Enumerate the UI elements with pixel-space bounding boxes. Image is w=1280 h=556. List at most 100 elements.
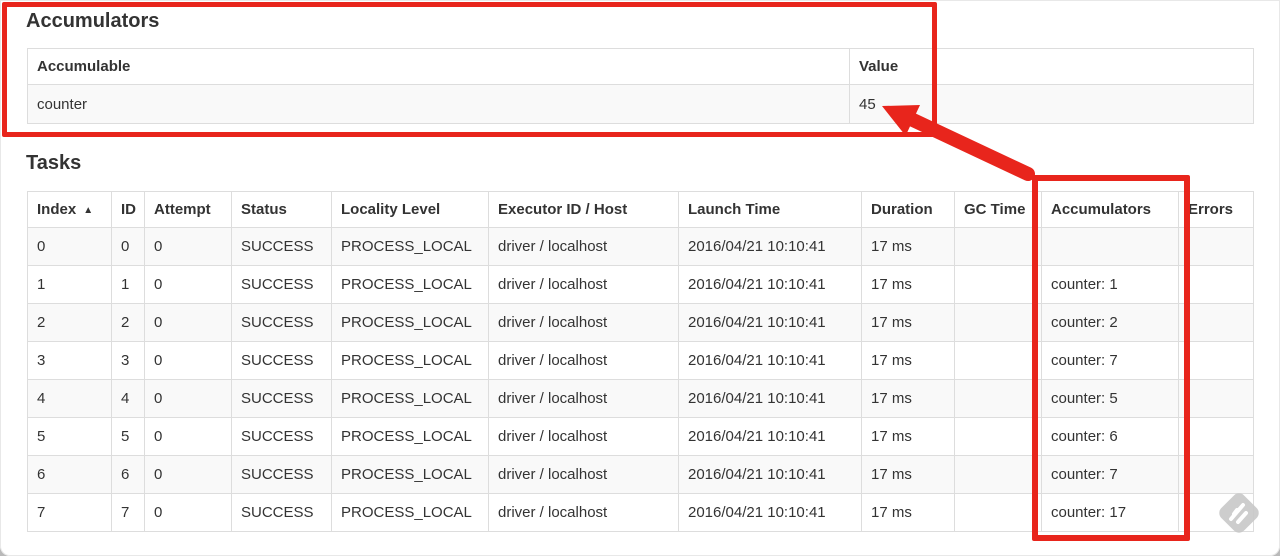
cell-errors (1178, 303, 1254, 342)
cell-index: 2 (27, 303, 112, 342)
cell-id: 6 (111, 455, 145, 494)
cell-attempt: 0 (144, 493, 232, 532)
cell-duration: 17 ms (861, 341, 955, 380)
cell-executor-id-host: driver / localhost (488, 493, 679, 532)
cell-status: SUCCESS (231, 379, 332, 418)
cell-status: SUCCESS (231, 303, 332, 342)
cell-attempt: 0 (144, 265, 232, 304)
cell-attempt: 0 (144, 455, 232, 494)
column-header-label: ID (121, 201, 136, 218)
cell-duration: 17 ms (861, 265, 955, 304)
column-header-label: GC Time (964, 201, 1026, 218)
column-header-value[interactable]: Value (849, 48, 1254, 85)
cell-accumulators: counter: 7 (1041, 341, 1179, 380)
column-header-status[interactable]: Status (231, 191, 332, 228)
cell-attempt: 0 (144, 341, 232, 380)
table-row: 3 3 0 SUCCESS PROCESS_LOCAL driver / localhos… (27, 341, 1254, 380)
cell-errors (1178, 265, 1254, 304)
column-header-label: Accumulable (37, 58, 131, 75)
column-header-accumulators[interactable]: Accumulators (1041, 191, 1179, 228)
column-header-label: Launch Time (688, 201, 781, 218)
cell-launch-time: 2016/04/21 10:10:41 (678, 303, 862, 342)
cell-gc-time (954, 493, 1042, 532)
cell-executor-id-host: driver / localhost (488, 227, 679, 266)
cell-index: 1 (27, 265, 112, 304)
column-header-label: Accumulators (1051, 201, 1152, 218)
column-header-label: Duration (871, 201, 933, 218)
cell-duration: 17 ms (861, 227, 955, 266)
column-header-gc-time[interactable]: GC Time (954, 191, 1042, 228)
cell-index: 6 (27, 455, 112, 494)
cell-index: 0 (27, 227, 112, 266)
cell-accumulators: counter: 5 (1041, 379, 1179, 418)
cell-executor-id-host: driver / localhost (488, 379, 679, 418)
cell-gc-time (954, 417, 1042, 456)
cell-errors (1178, 417, 1254, 456)
cell-gc-time (954, 455, 1042, 494)
table-row: 2 2 0 SUCCESS PROCESS_LOCAL driver / localhos… (27, 303, 1254, 342)
cell-locality-level: PROCESS_LOCAL (331, 303, 489, 342)
column-header-label: Errors (1188, 201, 1234, 218)
cell-launch-time: 2016/04/21 10:10:41 (678, 341, 862, 380)
tasks-table: Index ▲ ID Attempt Status Locality Level Execu… (27, 191, 1254, 532)
cell-gc-time (954, 303, 1042, 342)
cell-executor-id-host: driver / localhost (488, 303, 679, 342)
tasks-section-title: Tasks (26, 152, 82, 174)
cell-launch-time: 2016/04/21 10:10:41 (678, 265, 862, 304)
column-header-label: Locality Level (341, 201, 441, 218)
cell-executor-id-host: driver / localhost (488, 455, 679, 494)
cell-accumulators: counter: 2 (1041, 303, 1179, 342)
column-header-duration[interactable]: Duration (861, 191, 955, 228)
cell-locality-level: PROCESS_LOCAL (331, 265, 489, 304)
cell-id: 2 (111, 303, 145, 342)
cell-executor-id-host: driver / localhost (488, 265, 679, 304)
table-row: 4 4 0 SUCCESS PROCESS_LOCAL driver / localhos… (27, 379, 1254, 418)
cell-duration: 17 ms (861, 455, 955, 494)
cell-accumulators (1041, 227, 1179, 266)
column-header-index[interactable]: Index ▲ (27, 191, 112, 228)
cell-locality-level: PROCESS_LOCAL (331, 379, 489, 418)
column-header-id[interactable]: ID (111, 191, 145, 228)
table-row: counter 45 (27, 84, 1254, 124)
cell-id: 7 (111, 493, 145, 532)
cell-gc-time (954, 341, 1042, 380)
cell-status: SUCCESS (231, 455, 332, 494)
cell-index: 3 (27, 341, 112, 380)
cell-duration: 17 ms (861, 417, 955, 456)
cell-accumulators: counter: 17 (1041, 493, 1179, 532)
cell-errors (1178, 379, 1254, 418)
cell-id: 1 (111, 265, 145, 304)
cell-attempt: 0 (144, 379, 232, 418)
cell-id: 5 (111, 417, 145, 456)
column-header-label: Index (37, 201, 77, 218)
cell-value: 45 (849, 84, 1254, 124)
column-header-label: Status (241, 201, 287, 218)
sort-ascending-icon: ▲ (83, 205, 94, 216)
column-header-accumulable[interactable]: Accumulable (27, 48, 850, 85)
column-header-attempt[interactable]: Attempt (144, 191, 232, 228)
table-row: 1 1 0 SUCCESS PROCESS_LOCAL driver / localhos… (27, 265, 1254, 304)
column-header-errors[interactable]: Errors (1178, 191, 1254, 228)
cell-index: 5 (27, 417, 112, 456)
cell-accumulators: counter: 7 (1041, 455, 1179, 494)
cell-locality-level: PROCESS_LOCAL (331, 455, 489, 494)
column-header-executor-id-host[interactable]: Executor ID / Host (488, 191, 679, 228)
cell-launch-time: 2016/04/21 10:10:41 (678, 455, 862, 494)
cell-index: 4 (27, 379, 112, 418)
cell-errors (1178, 455, 1254, 494)
cell-errors (1178, 493, 1254, 532)
cell-status: SUCCESS (231, 341, 332, 380)
table-row: 5 5 0 SUCCESS PROCESS_LOCAL driver / localhos… (27, 417, 1254, 456)
cell-id: 4 (111, 379, 145, 418)
cell-attempt: 0 (144, 417, 232, 456)
cell-duration: 17 ms (861, 303, 955, 342)
column-header-launch-time[interactable]: Launch Time (678, 191, 862, 228)
cell-status: SUCCESS (231, 493, 332, 532)
accumulators-section-title: Accumulators (26, 10, 160, 32)
cell-gc-time (954, 265, 1042, 304)
cell-locality-level: PROCESS_LOCAL (331, 417, 489, 456)
column-header-locality-level[interactable]: Locality Level (331, 191, 489, 228)
cell-accumulable: counter (27, 84, 850, 124)
cell-executor-id-host: driver / localhost (488, 417, 679, 456)
cell-duration: 17 ms (861, 379, 955, 418)
